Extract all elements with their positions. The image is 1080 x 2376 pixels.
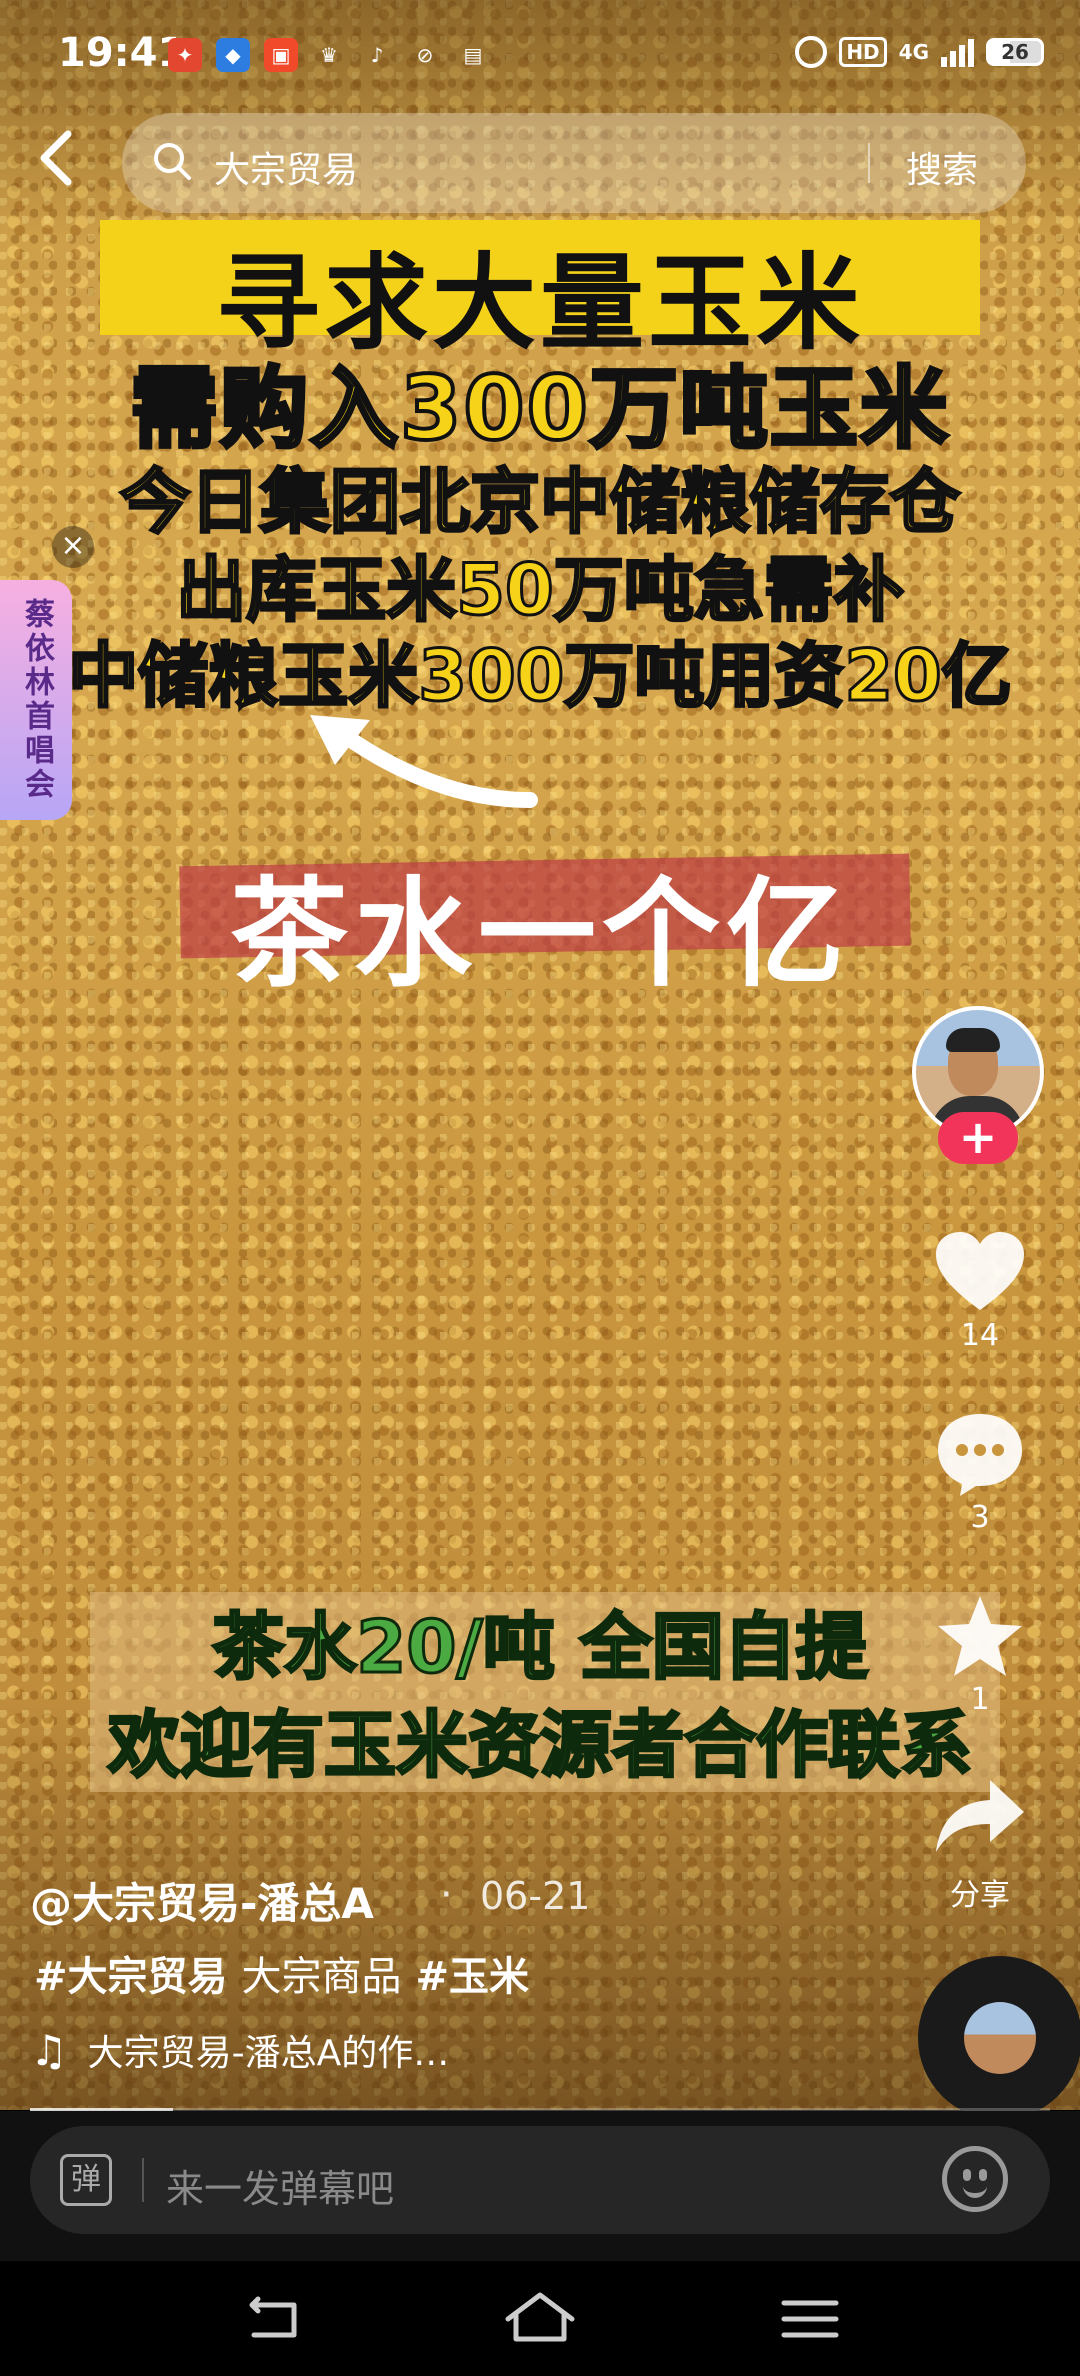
hd-icon: HD: [839, 37, 887, 67]
arrow-graphic: [310, 715, 538, 808]
star-icon: [938, 1596, 1022, 1676]
tag-list: #大宗贸易 大宗商品 #玉米: [34, 1944, 529, 2002]
music-info[interactable]: ♫ 大宗贸易-潘总A的作…: [30, 2024, 449, 2076]
like-count: 14: [960, 1318, 1000, 1353]
danmaku-placeholder[interactable]: 来一发弹幕吧: [166, 2158, 394, 2213]
share-label: 分享: [950, 1878, 1010, 1913]
danmaku-input[interactable]: 弹 来一发弹幕吧: [30, 2126, 1050, 2234]
video-caption-line: 今日集团北京中储粮储存仓: [119, 460, 962, 545]
close-icon[interactable]: ×: [52, 526, 94, 568]
emoji-mouth: [963, 2181, 987, 2198]
system-indicators: HD 4G 26: [795, 36, 1044, 68]
search-input[interactable]: 大宗贸易: [214, 141, 358, 193]
disc-cover: [964, 2002, 1036, 2074]
app-notification-icon: ◆: [216, 38, 250, 72]
network-label: 4G: [898, 40, 929, 64]
app-notification-icon: ✦: [168, 38, 202, 72]
bottom-caption-line: 茶水20/吨 全国自提: [211, 1604, 870, 1691]
follow-button[interactable]: +: [938, 1112, 1018, 1164]
share-button[interactable]: [930, 1766, 1030, 1866]
menu-nav-icon[interactable]: [770, 2289, 850, 2349]
back-nav-icon[interactable]: [238, 2289, 318, 2349]
heart-icon: [936, 1232, 1024, 1310]
comment-icon: [938, 1414, 1022, 1496]
search-divider: [868, 143, 870, 183]
danmaku-divider: [142, 2158, 144, 2202]
comment-count: 3: [970, 1500, 990, 1535]
side-ad-label: 蔡依林首唱会: [19, 598, 54, 802]
emoji-icon[interactable]: [942, 2146, 1008, 2212]
hashtag[interactable]: #大宗贸易: [34, 1944, 228, 2002]
tea-caption: 茶水一个亿: [229, 865, 850, 1003]
notification-icons: ✦ ◆ ▣ ♛ ♪ ⊘ ▤: [168, 38, 490, 72]
avatar-hair: [946, 1028, 1000, 1052]
link-icon: ⊘: [416, 43, 434, 67]
card-icon: ▤: [463, 43, 483, 67]
search-button[interactable]: 搜索: [906, 141, 978, 193]
system-nav-bar: [0, 2261, 1080, 2376]
favorite-count: 1: [970, 1682, 990, 1717]
crown-icon: ♛: [320, 43, 338, 67]
share-arrow-icon: [936, 1780, 1024, 1852]
signal-icon: [941, 37, 974, 67]
side-ad-tab[interactable]: 蔡依林首唱会: [0, 580, 72, 820]
danmaku-toggle-icon[interactable]: 弹: [60, 2154, 112, 2206]
post-date: 06-21: [480, 1874, 591, 1918]
status-bar: 19:41 ✦ ◆ ▣ ♛ ♪ ⊘ ▤ HD 4G 26: [0, 0, 1080, 110]
back-button[interactable]: [34, 128, 94, 198]
back-arrow-icon: [40, 130, 72, 186]
home-nav-icon[interactable]: [500, 2289, 580, 2349]
comment-button[interactable]: [930, 1404, 1030, 1504]
author-name[interactable]: @大宗贸易-潘总A: [30, 1870, 374, 1931]
music-title: 大宗贸易-潘总A的作…: [87, 2033, 450, 2074]
alarm-icon: [795, 36, 828, 68]
hashtag[interactable]: #玉米: [416, 1944, 530, 2002]
separator-dot: ·: [440, 1872, 453, 1918]
status-time: 19:41: [58, 30, 186, 76]
tag-text: 大宗商品: [241, 1954, 402, 2000]
like-button[interactable]: [930, 1222, 1030, 1322]
app-notification-icon: ▣: [264, 38, 298, 72]
battery-icon: 26: [986, 38, 1044, 66]
music-disc[interactable]: [918, 1956, 1080, 2120]
favorite-button[interactable]: [930, 1586, 1030, 1686]
search-bar[interactable]: 大宗贸易 搜索: [122, 113, 1026, 213]
music-note-icon: ♫: [30, 2025, 68, 2075]
tiktok-icon: ♪: [370, 43, 384, 67]
search-icon: [154, 143, 191, 180]
